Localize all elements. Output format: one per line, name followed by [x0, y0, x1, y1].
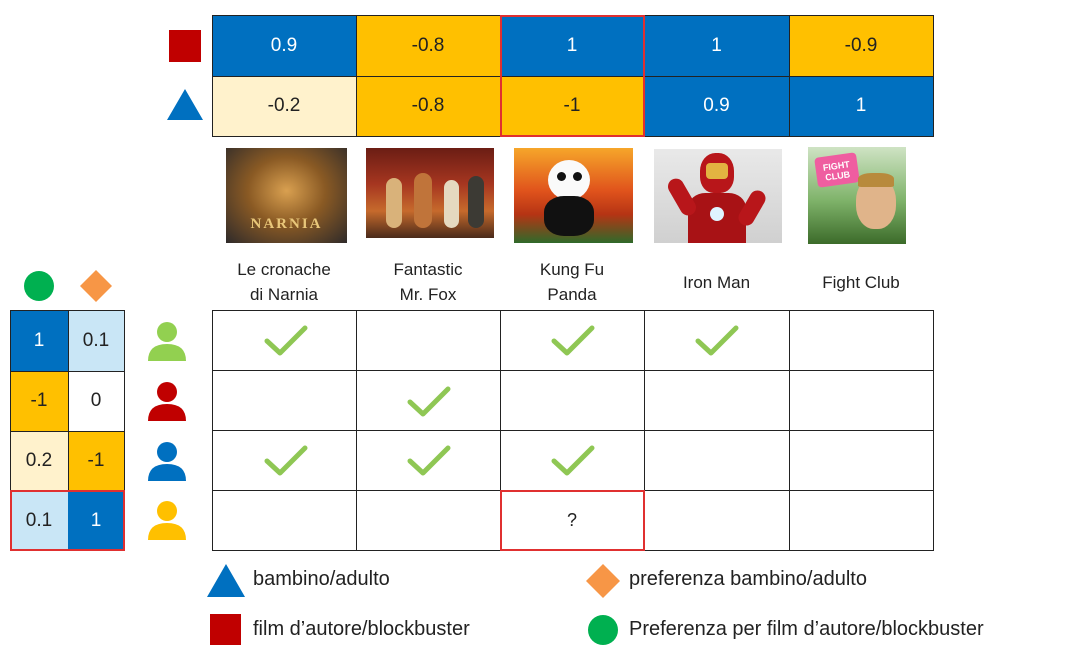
grid-line [356, 15, 357, 137]
blue-triangle-icon [207, 564, 245, 597]
checkmark-icon [264, 325, 308, 356]
user-feature-cell: 0 [68, 371, 124, 431]
checkmark-icon [264, 445, 308, 476]
legend-square-label: film d’autore/blockbuster [253, 618, 470, 640]
movie-label: Fantastic Mr. Fox [393, 260, 463, 304]
red-square-icon [169, 30, 201, 62]
grid-line [212, 15, 213, 137]
checkmark-icon [407, 386, 451, 417]
red-square-icon [210, 614, 241, 645]
grid-line [124, 310, 125, 491]
grid-line [644, 310, 645, 551]
grid-line [212, 136, 934, 137]
item-feature-cell: 0.9 [212, 16, 356, 76]
poster-kung-fu-panda [514, 148, 633, 243]
movie-label: Le cronache di Narnia [237, 260, 331, 304]
grid-line [789, 310, 790, 551]
user-blue-icon [148, 442, 186, 481]
movie-label: Iron Man [682, 272, 751, 292]
user-feature-cell: 0.1 [68, 311, 124, 371]
poster-fantastic-mr-fox [366, 148, 494, 238]
checkmark-icon [407, 445, 451, 476]
item-feature-cell: -0.8 [356, 16, 500, 76]
user-feature-cell: 0.1 [10, 491, 68, 550]
user-feature-cell: 0.2 [10, 431, 68, 491]
grid-line [933, 310, 934, 551]
orange-diamond-icon [586, 564, 620, 598]
user-yellow-icon [148, 501, 186, 540]
grid-line [212, 370, 934, 371]
poster-fight-club: FIGHT CLUB [808, 147, 906, 244]
poster-narnia: NARNIA [226, 148, 347, 243]
user-feature-cell: 1 [68, 491, 124, 550]
green-circle-icon [24, 271, 54, 301]
item-feature-cell: -1 [500, 76, 644, 136]
item-feature-cell: -0.8 [356, 76, 500, 136]
grid-line [10, 310, 11, 491]
grid-line [212, 430, 934, 431]
grid-line [933, 15, 934, 137]
item-feature-cell: 1 [644, 16, 789, 76]
grid-line [10, 491, 125, 492]
grid-line [500, 15, 501, 137]
poster-title: NARNIA [250, 216, 323, 232]
checkmark-icon [695, 325, 739, 356]
user-feature-cell: 1 [10, 311, 68, 371]
item-feature-cell: 1 [500, 16, 644, 76]
checkmark-icon [551, 445, 595, 476]
poster-iron-man [654, 149, 782, 243]
grid-line [212, 15, 934, 16]
movie-label: Kung Fu Panda [539, 260, 605, 304]
grid-line [644, 15, 645, 137]
user-red-icon [148, 382, 186, 421]
green-circle-icon [588, 615, 618, 645]
grid-line [212, 76, 934, 77]
grid-line [212, 550, 934, 551]
grid-line [212, 310, 213, 551]
blue-triangle-icon [167, 89, 203, 120]
legend-triangle-label: bambino/adulto [253, 568, 390, 590]
grid-line [68, 310, 69, 491]
checkmark-icon [551, 325, 595, 356]
legend-circle-label: Preferenza per film d’autore/blockbuster [629, 618, 984, 640]
unknown-rating: ? [566, 510, 577, 530]
movie-label: Fight Club [822, 272, 900, 292]
item-feature-cell: -0.9 [789, 16, 933, 76]
user-green-icon [148, 322, 186, 361]
item-feature-cell: 0.9 [644, 76, 789, 136]
orange-diamond-icon [80, 270, 112, 302]
legend-diamond-label: preferenza bambino/adulto [629, 568, 867, 590]
grid-line [212, 310, 934, 311]
grid-line [789, 15, 790, 137]
user-feature-cell: -1 [68, 431, 124, 491]
grid-line [356, 310, 357, 551]
user-feature-cell: -1 [10, 371, 68, 431]
item-feature-cell: -0.2 [212, 76, 356, 136]
item-feature-cell: 1 [789, 76, 933, 136]
